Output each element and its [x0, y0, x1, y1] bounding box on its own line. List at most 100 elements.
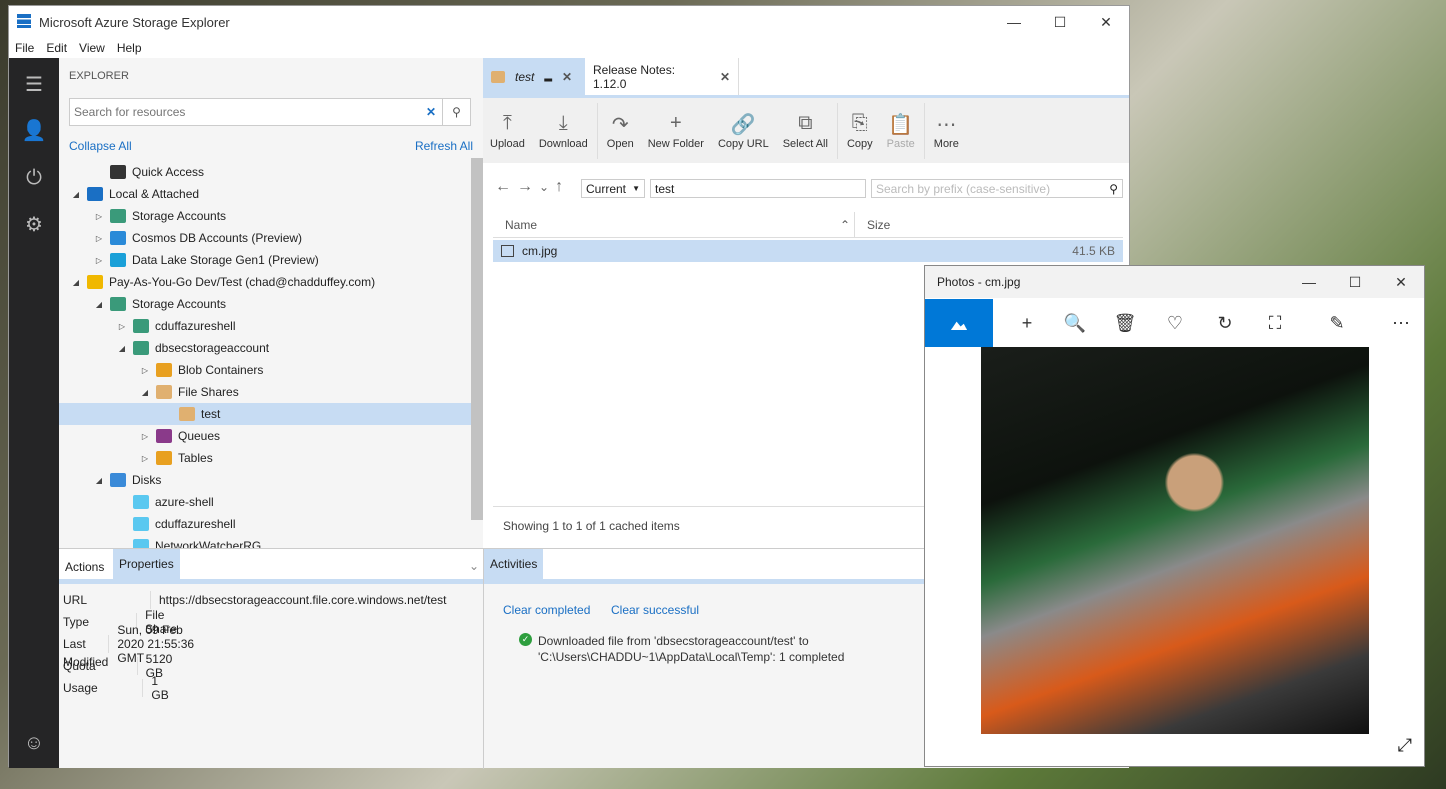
see-all-photos-button[interactable]	[925, 299, 993, 347]
fullscreen-icon[interactable]: ⤢	[1398, 735, 1412, 756]
tree-item[interactable]: ▷ Storage Accounts	[59, 205, 471, 227]
expand-arrow-icon[interactable]: ◢	[92, 476, 106, 485]
expand-arrow-icon[interactable]: ▷	[92, 212, 106, 221]
expand-arrow-icon[interactable]: ▷	[138, 432, 152, 441]
close-button[interactable]: ✕	[1378, 266, 1424, 298]
tree-item[interactable]: ◢ Disks	[59, 469, 471, 491]
tree-item[interactable]: ▷ Blob Containers	[59, 359, 471, 381]
clear-successful-link[interactable]: Clear successful	[611, 603, 699, 617]
prefix-search-placeholder: Search by prefix (case-sensitive)	[876, 181, 1051, 196]
scope-dropdown[interactable]: Current ▼	[581, 179, 645, 198]
resource-search-input[interactable]	[70, 105, 420, 119]
close-button[interactable]: ✕	[1083, 6, 1129, 38]
collapse-all-link[interactable]: Collapse All	[69, 139, 132, 153]
copy-url-button[interactable]: 🔗 Copy URL	[711, 112, 776, 150]
minimize-button[interactable]: —	[991, 6, 1037, 38]
paste-icon: 📋	[888, 113, 914, 136]
activity-text: Downloaded file from 'dbsecstorageaccoun…	[538, 634, 809, 648]
close-tab-icon[interactable]: ✕	[720, 70, 730, 84]
clear-search-icon[interactable]: ✕	[420, 105, 442, 119]
new-folder-button[interactable]: + New Folder	[641, 112, 711, 150]
photos-title-bar: Photos - cm.jpg — ☐ ✕	[925, 266, 1424, 298]
tab-actions[interactable]: Actions	[59, 549, 110, 584]
expand-arrow-icon[interactable]: ◢	[69, 190, 83, 199]
tree-item[interactable]: cduffazureshell	[59, 513, 471, 535]
download-button[interactable]: ⤓ Download	[532, 112, 595, 150]
expand-arrow-icon[interactable]: ▷	[138, 454, 152, 463]
favorite-icon[interactable]: ♡	[1151, 299, 1199, 347]
explorer-icon[interactable]: ☰	[9, 64, 59, 104]
upload-button[interactable]: ⤒ Upload	[483, 112, 532, 150]
tree-item[interactable]: ▷ Tables	[59, 447, 471, 469]
gear-icon[interactable]: ⚙	[9, 204, 59, 244]
tree-item[interactable]: ◢ File Shares	[59, 381, 471, 403]
expand-arrow-icon[interactable]: ▷	[115, 322, 129, 331]
menu-file[interactable]: File	[15, 41, 34, 55]
expand-arrow-icon[interactable]: ◢	[115, 344, 129, 353]
expand-arrow-icon[interactable]: ◢	[92, 300, 106, 309]
refresh-all-link[interactable]: Refresh All	[415, 139, 473, 153]
expand-arrow-icon[interactable]: ◢	[138, 388, 152, 397]
tab-release-notes[interactable]: Release Notes: 1.12.0 ✕	[585, 58, 739, 95]
tree-item[interactable]: test	[59, 403, 471, 425]
tree-item[interactable]: ▷ Data Lake Storage Gen1 (Preview)	[59, 249, 471, 271]
tree-item[interactable]: ◢ Local & Attached	[59, 183, 471, 205]
up-icon[interactable]: ↑	[555, 178, 563, 196]
tree-item[interactable]: ▷ Queues	[59, 425, 471, 447]
tab-properties[interactable]: Properties	[113, 549, 180, 579]
add-icon[interactable]: +	[1003, 299, 1051, 347]
menu-edit[interactable]: Edit	[46, 41, 67, 55]
feedback-icon[interactable]: ☺	[9, 723, 59, 763]
open-icon: ↷	[611, 113, 629, 136]
account-icon[interactable]: 👤	[9, 110, 59, 150]
tree-scrollbar[interactable]	[471, 158, 483, 520]
table-row[interactable]: cm.jpg 41.5 KB	[493, 240, 1123, 262]
tree-item[interactable]: ▷ cduffazureshell	[59, 315, 471, 337]
copy-button[interactable]: ⎘ Copy	[840, 112, 880, 150]
maximize-button[interactable]: ☐	[1332, 266, 1378, 298]
tree-item[interactable]: ▷ Cosmos DB Accounts (Preview)	[59, 227, 471, 249]
tab-test[interactable]: test ▂ ✕	[483, 58, 585, 95]
paste-button[interactable]: 📋 Paste	[880, 112, 922, 150]
chevron-down-icon[interactable]: ⌄	[469, 559, 479, 573]
expand-arrow-icon[interactable]: ▷	[92, 234, 106, 243]
tree-item-label: Disks	[132, 473, 162, 487]
recent-icon[interactable]: ⌄	[539, 180, 549, 194]
menu-view[interactable]: View	[79, 41, 105, 55]
select-all-button[interactable]: ⧉ Select All	[776, 112, 835, 150]
expand-arrow-icon[interactable]: ◢	[69, 278, 83, 287]
menu-help[interactable]: Help	[117, 41, 142, 55]
edit-icon[interactable]: ✎	[1313, 299, 1361, 347]
more-button[interactable]: ⋯ More	[927, 112, 966, 150]
maximize-button[interactable]: ☐	[1037, 6, 1083, 38]
forward-icon[interactable]: →	[517, 178, 533, 196]
tree-item[interactable]: ◢ dbsecstorageaccount	[59, 337, 471, 359]
tree-item[interactable]: azure-shell	[59, 491, 471, 513]
more-icon[interactable]: ⋯	[1377, 299, 1425, 347]
tree-item[interactable]: Quick Access	[59, 161, 471, 183]
column-name[interactable]: Name ⌃	[493, 212, 855, 237]
tree-item[interactable]: ◢ Pay-As-You-Go Dev/Test (chad@chadduffey…	[59, 271, 471, 293]
minimize-button[interactable]: —	[1286, 266, 1332, 298]
delete-icon[interactable]: 🗑	[1101, 299, 1149, 347]
expand-arrow-icon[interactable]: ▷	[92, 256, 106, 265]
open-button[interactable]: ↷ Open	[600, 112, 641, 150]
plug-icon[interactable]: ⏻	[9, 158, 59, 198]
clear-completed-link[interactable]: Clear completed	[503, 603, 590, 617]
back-icon[interactable]: ←	[495, 178, 511, 196]
search-icon[interactable]: ⚲	[442, 99, 470, 125]
expand-arrow-icon[interactable]: ▷	[138, 366, 152, 375]
path-input[interactable]: test	[650, 179, 866, 198]
property-key: URL	[63, 591, 151, 609]
file-name: cm.jpg	[522, 244, 558, 258]
rotate-icon[interactable]: ↻	[1201, 299, 1249, 347]
tree-item[interactable]: ◢ Storage Accounts	[59, 293, 471, 315]
tab-activities[interactable]: Activities	[484, 549, 544, 579]
zoom-in-icon[interactable]: 🔍	[1051, 299, 1099, 347]
title-bar: Microsoft Azure Storage Explorer — ☐ ✕	[9, 6, 1129, 38]
prefix-search[interactable]: Search by prefix (case-sensitive) ⚲	[871, 179, 1123, 198]
crop-icon[interactable]: ⛶	[1251, 299, 1299, 347]
column-size[interactable]: Size	[855, 212, 890, 237]
disk-group-icon	[133, 495, 149, 509]
close-tab-icon[interactable]: ✕	[562, 70, 572, 84]
